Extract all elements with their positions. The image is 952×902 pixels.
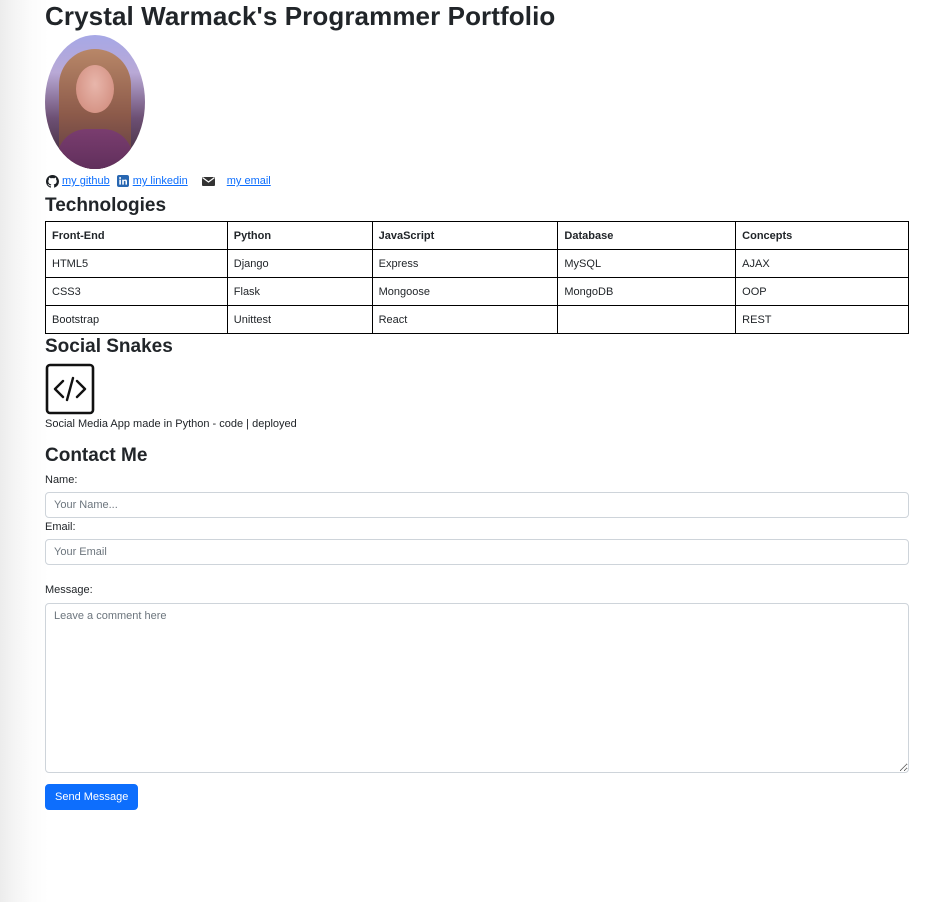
email-label: Email: <box>45 521 76 533</box>
table-cell: HTML5 <box>45 249 228 278</box>
table-cell: MongoDB <box>557 277 737 306</box>
table-cell: Bootstrap <box>45 305 228 334</box>
name-label: Name: <box>45 474 78 486</box>
table-row: Bootstrap Unittest React REST <box>45 305 909 334</box>
table-cell: AJAX <box>735 249 909 278</box>
github-link[interactable]: my github <box>62 175 110 187</box>
linkedin-link[interactable]: my linkedin <box>133 175 188 187</box>
table-cell: React <box>371 305 559 334</box>
table-cell: CSS3 <box>45 277 228 306</box>
column-header: JavaScript <box>371 221 559 250</box>
table-cell: Django <box>226 249 373 278</box>
social-links: my github my linkedin my email <box>45 172 909 190</box>
table-cell: Unittest <box>226 305 373 334</box>
table-cell: REST <box>735 305 909 334</box>
column-header: Concepts <box>735 221 909 250</box>
code-icon[interactable] <box>45 363 95 415</box>
page-title: Crystal Warmack's Programmer Portfolio <box>45 1 556 31</box>
email-link[interactable]: my email <box>227 175 271 187</box>
table-cell: MySQL <box>557 249 737 278</box>
message-label: Message: <box>45 584 93 596</box>
project-description: Social Media App made in Python - code |… <box>45 418 297 430</box>
table-cell: OOP <box>735 277 909 306</box>
contact-heading: Contact Me <box>45 445 148 466</box>
project-heading: Social Snakes <box>45 336 173 357</box>
message-textarea[interactable] <box>45 603 909 773</box>
table-row: CSS3 Flask Mongoose MongoDB OOP <box>45 277 909 306</box>
github-icon <box>45 174 59 188</box>
technologies-heading: Technologies <box>45 195 167 216</box>
column-header: Python <box>226 221 373 250</box>
technologies-table: Front-End Python JavaScript Database Con… <box>45 221 909 334</box>
table-cell: Mongoose <box>371 277 559 306</box>
column-header: Front-End <box>45 221 228 250</box>
envelope-icon <box>202 174 216 188</box>
column-header: Database <box>557 221 737 250</box>
email-input[interactable] <box>45 539 909 565</box>
table-cell: Flask <box>226 277 373 306</box>
avatar <box>45 35 145 169</box>
table-header-row: Front-End Python JavaScript Database Con… <box>45 221 909 250</box>
table-cell: Express <box>371 249 559 278</box>
send-message-button[interactable]: Send Message <box>45 784 139 810</box>
name-input[interactable] <box>45 492 909 518</box>
table-cell <box>557 305 737 334</box>
page-container: Crystal Warmack's Programmer Portfolio m… <box>45 0 909 810</box>
linkedin-icon <box>116 174 130 188</box>
table-row: HTML5 Django Express MySQL AJAX <box>45 249 909 278</box>
